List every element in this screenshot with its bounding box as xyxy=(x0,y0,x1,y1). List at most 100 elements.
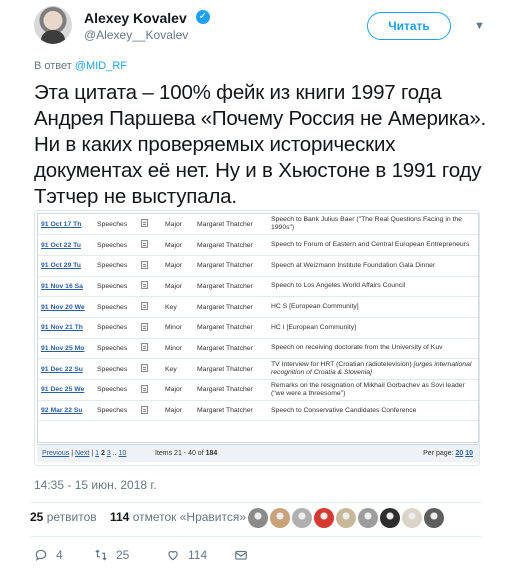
row-type: Speeches xyxy=(94,255,138,277)
row-title: HC I [European Community] xyxy=(268,317,478,339)
liker-avatar[interactable] xyxy=(314,508,334,528)
row-date-link[interactable]: 92 Mar 22 Su xyxy=(38,400,94,422)
liker-avatar[interactable] xyxy=(336,508,356,528)
row-date-link[interactable]: 91 Nov 25 Mo xyxy=(38,338,94,360)
row-date-link[interactable]: 91 Nov 16 Sa xyxy=(38,276,94,298)
row-kind: Major xyxy=(162,400,194,422)
tweet-header: Alexey Kovalev ✓ @Alexey__Kovalev Читать… xyxy=(34,6,494,46)
table-row: 91 Nov 25 Mo Speeches Minor Margaret Thatch… xyxy=(38,338,478,360)
row-person: Margaret Thatcher xyxy=(194,276,268,298)
document-icon xyxy=(138,234,162,256)
likes-count[interactable]: 114 xyxy=(110,510,129,524)
row-title-text: TV Interview for HRT (Croatian radiotele… xyxy=(271,361,414,369)
table-row: 91 Dec 25 We Speeches Major Margaret Thatch… xyxy=(38,379,478,401)
document-icon xyxy=(138,296,162,318)
row-title: HC S [European Community] xyxy=(268,296,478,318)
row-kind: Major xyxy=(162,234,194,256)
author-name[interactable]: Alexey Kovalev xyxy=(84,10,187,26)
table-row: 91 Nov 16 Sa Speeches Major Margaret Thatch… xyxy=(38,276,478,298)
row-type: Speeches xyxy=(94,234,138,256)
document-icon-shape xyxy=(141,343,148,352)
retweets-count[interactable]: 25 xyxy=(30,510,43,524)
row-type: Speeches xyxy=(94,400,138,422)
row-title-text: Remarks on the resignation of Mikhail Go… xyxy=(271,381,465,397)
row-date-link[interactable]: 91 Oct 17 Th xyxy=(38,214,94,236)
document-icon xyxy=(138,255,162,277)
row-kind: Key xyxy=(162,296,194,318)
row-date-link[interactable]: 91 Dec 25 We xyxy=(38,379,94,401)
verified-icon: ✓ xyxy=(196,10,210,24)
pager-page-2: 2 xyxy=(100,450,105,457)
row-date-link[interactable]: 91 Oct 22 Tu xyxy=(38,234,94,256)
row-title-text: Speech at Weizmann Institute Foundation … xyxy=(271,261,436,269)
speeches-table: 91 Oct 17 Th Speeches Major Margaret Thatch… xyxy=(38,214,478,422)
table-row: 91 Oct 17 Th Speeches Major Margaret Thatch… xyxy=(38,214,478,236)
pager-items-info: Items 21 - 40 of 184 xyxy=(155,450,217,457)
document-icon xyxy=(138,214,162,236)
reply-mention-link[interactable]: @MID_RF xyxy=(75,60,127,72)
author-handle[interactable]: @Alexey__Kovalev xyxy=(84,28,188,42)
table-pager: Previous | Next | 1 2 3 .. 10 Items 21 -… xyxy=(37,444,479,462)
reply-context: В ответ @MID_RF xyxy=(34,60,127,72)
pager-page-10[interactable]: 10 xyxy=(119,450,127,457)
avatar[interactable] xyxy=(34,6,72,44)
row-title-text: Speech to Los Angeles World Affairs Coun… xyxy=(271,282,406,290)
row-title-text: Speech on receiving doctorate from the U… xyxy=(271,344,443,352)
document-icon-shape xyxy=(141,240,148,249)
tweet-actions: 4 25 114 xyxy=(34,548,334,564)
row-date-link[interactable]: 91 Oct 29 Tu xyxy=(38,255,94,277)
document-icon xyxy=(138,358,162,380)
liker-avatar[interactable] xyxy=(424,508,444,528)
tweet-timestamp[interactable]: 14:35 - 15 июн. 2018 г. xyxy=(34,478,157,492)
liker-avatar[interactable] xyxy=(270,508,290,528)
like-action[interactable]: 114 xyxy=(166,548,207,562)
liker-avatar[interactable] xyxy=(358,508,378,528)
retweet-count: 25 xyxy=(116,548,130,562)
liker-avatar[interactable] xyxy=(402,508,422,528)
likes-label[interactable]: отметок «Нравится» xyxy=(133,510,246,524)
row-title: Speech at Weizmann Institute Foundation … xyxy=(268,255,478,277)
follow-button[interactable]: Читать xyxy=(367,12,451,40)
like-count: 114 xyxy=(188,548,208,562)
message-action[interactable] xyxy=(234,548,248,562)
row-type: Speeches xyxy=(94,214,138,236)
row-type: Speeches xyxy=(94,379,138,401)
liker-avatar[interactable] xyxy=(380,508,400,528)
reply-prefix: В ответ xyxy=(34,60,72,72)
pager-page-3[interactable]: 3 xyxy=(107,450,111,457)
pager-page-1[interactable]: 1 xyxy=(95,450,99,457)
document-icon xyxy=(138,338,162,360)
row-person: Margaret Thatcher xyxy=(194,338,268,360)
row-date-link[interactable]: 91 Nov 20 We xyxy=(38,296,94,318)
table-row: 91 Oct 22 Tu Speeches Major Margaret Thatch… xyxy=(38,234,478,256)
liker-avatar[interactable] xyxy=(292,508,312,528)
pager-per-page-label: Per page: xyxy=(423,450,454,457)
row-date-link[interactable]: 91 Dec 22 Su xyxy=(38,358,94,380)
row-kind: Major xyxy=(162,379,194,401)
retweets-label[interactable]: ретвитов xyxy=(47,510,97,524)
chevron-down-icon[interactable]: ▼ xyxy=(474,20,485,32)
table-row: 91 Oct 29 Tu Speeches Major Margaret Thatch… xyxy=(38,255,478,277)
reply-action[interactable]: 4 xyxy=(34,548,63,562)
row-type: Speeches xyxy=(94,338,138,360)
row-title: Speech to Conservative Candidates Confer… xyxy=(268,400,478,422)
row-type: Speeches xyxy=(94,317,138,339)
document-icon xyxy=(138,379,162,401)
table-row: 91 Nov 21 Th Speeches Minor Margaret Thatch… xyxy=(38,317,478,339)
pager-previous-link[interactable]: Previous xyxy=(42,450,69,457)
pager-next-link[interactable]: Next xyxy=(75,450,89,457)
tweet-stats: 25 ретвитов 114 отметок «Нравится» xyxy=(30,510,246,524)
retweet-action[interactable]: 25 xyxy=(94,548,129,562)
row-kind: Major xyxy=(162,276,194,298)
speeches-table-container: 91 Oct 17 Th Speeches Major Margaret Thatch… xyxy=(37,213,479,443)
liker-avatar[interactable] xyxy=(248,508,268,528)
row-title-text: Speech to Forum of Eastern and Central E… xyxy=(271,241,470,249)
embedded-image[interactable]: 91 Oct 17 Th Speeches Major Margaret Thatch… xyxy=(34,210,480,466)
reply-icon xyxy=(35,549,47,561)
row-person: Margaret Thatcher xyxy=(194,214,268,236)
row-date-link[interactable]: 91 Nov 21 Th xyxy=(38,317,94,339)
row-title: Speech to Bank Julius Baer ("The Real Qu… xyxy=(268,214,478,236)
pager-per-page: Per page: 20 10 xyxy=(423,450,473,457)
pager-per-page-option[interactable]: 20 xyxy=(455,450,463,457)
pager-per-page-option[interactable]: 10 xyxy=(465,450,473,457)
